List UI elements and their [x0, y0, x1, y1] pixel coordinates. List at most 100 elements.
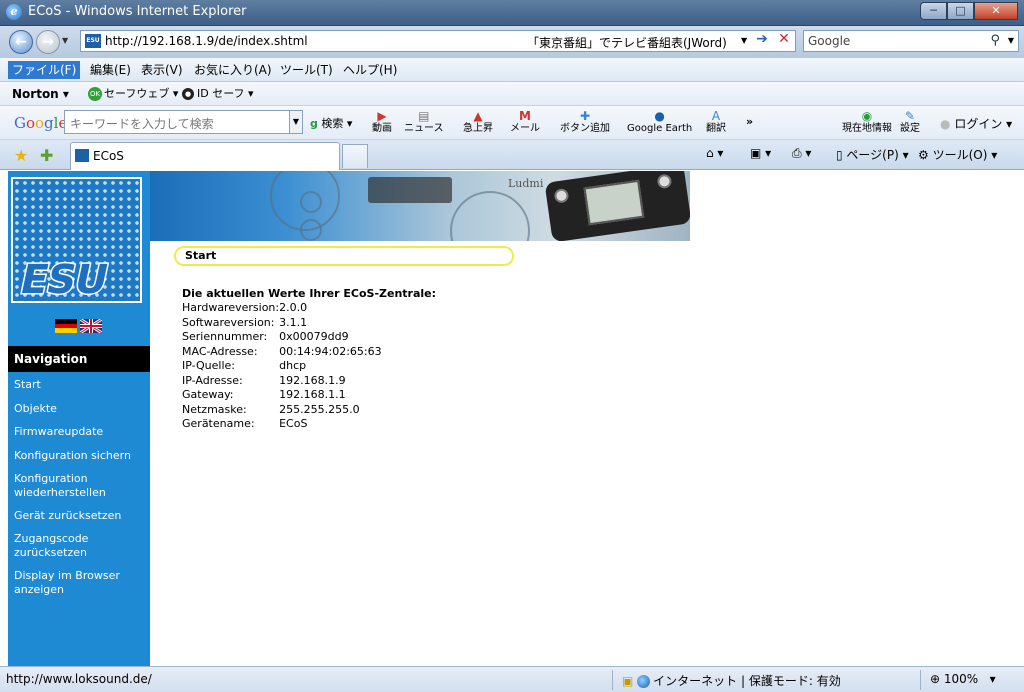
menu-help[interactable]: ヘルプ(H) — [339, 61, 401, 79]
settings-button[interactable]: ✎ 設定 — [900, 109, 920, 135]
address-url[interactable]: http://192.168.1.9/de/index.shtml — [105, 34, 308, 48]
add-favorite-icon[interactable]: ✚ — [40, 146, 53, 165]
translate-button[interactable]: A 翻訳 — [706, 109, 726, 135]
german-flag-icon[interactable] — [55, 319, 77, 334]
table-row: Softwareversion: 3.1.1 — [182, 315, 308, 329]
google-search-placeholder: キーワードを入力して検索 — [70, 117, 214, 131]
table-row: IP-Quelle: dhcp — [182, 359, 307, 373]
youtube-icon: ▶ — [377, 109, 387, 123]
page-menu[interactable]: ▯ ページ(P) ▾ — [836, 146, 909, 163]
idsafe-menu[interactable]: ● ID セーフ ▾ — [182, 86, 254, 102]
add-button-button[interactable]: ✚ ボタン追加 — [560, 109, 610, 135]
plus-icon: ✚ — [579, 109, 591, 123]
nav-link-konfiguration-sichern[interactable]: Konfiguration sichern — [14, 449, 146, 463]
news-button[interactable]: ▤ ニュース — [404, 109, 444, 135]
maximize-button[interactable]: □ — [947, 2, 974, 20]
nav-link-konfiguration-wiederherstellen[interactable]: Konfiguration wiederherstellen — [14, 472, 146, 500]
gmail-icon: M — [519, 109, 531, 123]
info-heading: Die aktuellen Werte Ihrer ECoS-Zentrale: — [182, 287, 437, 300]
address-dropdown[interactable]: ▼ — [741, 36, 747, 45]
google-search-dropdown[interactable]: ▼ — [289, 110, 303, 134]
nav-link-geraet-zuruecksetzen[interactable]: Gerät zurücksetzen — [14, 509, 146, 523]
uk-flag-icon[interactable] — [80, 319, 102, 333]
feeds-icon[interactable]: ▣ ▾ — [750, 146, 771, 160]
idsafe-label: ID セーフ — [197, 87, 245, 100]
device-knob — [656, 173, 673, 190]
go-button[interactable]: ➔ — [752, 29, 772, 49]
google-earth-button[interactable]: ● Google Earth — [627, 109, 692, 135]
esu-logo-text: ESU — [16, 257, 112, 303]
page-title: Start — [174, 246, 514, 266]
address-bar[interactable]: ESU http://192.168.1.9/de/index.shtml 「東… — [80, 30, 796, 52]
nav-link-firmwareupdate[interactable]: Firmwareupdate — [14, 425, 146, 439]
google-search-button[interactable]: g 検索 ▾ — [310, 115, 352, 131]
favorites-star-icon[interactable]: ★ — [14, 146, 28, 165]
home-icon[interactable]: ⌂ ▾ — [706, 146, 723, 160]
window-controls: ─ □ ✕ — [920, 2, 1018, 20]
search-input[interactable]: Google — [808, 34, 850, 48]
location-button[interactable]: ◉ 現在地情報 — [842, 109, 892, 135]
esu-logo: ESU ESU — [11, 177, 142, 305]
nav-link-zugangscode-zuruecksetzen[interactable]: Zugangscode zurücksetzen — [14, 532, 146, 560]
menu-edit[interactable]: 編集(E) — [86, 61, 135, 79]
safeweb-label: セーフウェブ — [104, 87, 170, 100]
jword-hint[interactable]: 「東京番組」でテレビ番組表(JWord) — [527, 34, 727, 51]
trends-button[interactable]: ▲ 急上昇 — [463, 109, 493, 135]
title-bar: e ECoS - Windows Internet Explorer ─ □ ✕ — [0, 0, 1024, 26]
google-search-label: 検索 — [321, 117, 344, 130]
page-viewport: ESU ESU Navigation Start Objekte Firmwar… — [8, 171, 1018, 666]
table-row: Gateway: 192.168.1.1 — [182, 388, 346, 402]
menu-bar: ファイル(F) 編集(E) 表示(V) お気に入り(A) ツール(T) ヘルプ(… — [0, 58, 1024, 82]
table-row: Seriennummer: 0x00079dd9 — [182, 330, 349, 344]
new-tab-button[interactable] — [342, 144, 368, 168]
forward-button[interactable]: → — [36, 30, 60, 54]
news-icon: ▤ — [418, 109, 430, 123]
status-zone[interactable]: ▣ インターネット | 保護モード: 有効 — [622, 672, 841, 689]
navigation-heading: Navigation — [8, 346, 150, 372]
search-icon[interactable]: ⚲ — [990, 33, 1000, 48]
tools-menu-label: ツール(O) — [932, 148, 988, 162]
banner-train-image — [368, 177, 452, 203]
device-knob — [553, 187, 570, 204]
google-g-icon: g — [310, 117, 318, 130]
search-box[interactable]: Google ⚲ ▼ — [803, 30, 1019, 52]
tab-ecos[interactable]: ECoS — [70, 142, 340, 170]
table-row: Netzmaske: 255.255.255.0 — [182, 402, 360, 416]
menu-favorites[interactable]: お気に入り(A) — [190, 61, 276, 79]
banner-stamp — [300, 191, 322, 213]
user-icon: ● — [940, 117, 951, 131]
google-search-input[interactable]: キーワードを入力して検索 — [64, 110, 290, 134]
search-dropdown[interactable]: ▼ — [1008, 36, 1014, 45]
safeweb-menu[interactable]: OK セーフウェブ ▾ — [88, 86, 178, 102]
stop-button[interactable]: ✕ — [774, 29, 794, 49]
menu-view[interactable]: 表示(V) — [137, 61, 187, 79]
history-dropdown[interactable]: ▼ — [62, 36, 68, 45]
login-label: ログイン — [954, 117, 1003, 131]
back-button[interactable]: ← — [9, 30, 33, 54]
more-button[interactable]: » — [746, 115, 753, 128]
menu-file[interactable]: ファイル(F) — [8, 61, 81, 79]
earth-icon: ● — [654, 109, 665, 123]
nav-link-start[interactable]: Start — [14, 378, 146, 392]
table-row: IP-Adresse: 192.168.1.9 — [182, 373, 346, 387]
zoom-level: 100% — [943, 672, 979, 686]
tools-menu[interactable]: ⚙ ツール(O) ▾ — [918, 146, 997, 163]
video-button[interactable]: ▶ 動画 — [372, 109, 392, 135]
minimize-button[interactable]: ─ — [920, 2, 947, 20]
nav-link-objekte[interactable]: Objekte — [14, 402, 146, 416]
table-row: Hardwareversion: 2.0.0 — [182, 301, 308, 315]
globe-icon — [637, 675, 651, 688]
nav-link-display-im-browser[interactable]: Display im Browser anzeigen — [14, 569, 146, 597]
mail-button[interactable]: M メール — [510, 109, 540, 135]
close-button[interactable]: ✕ — [974, 2, 1018, 20]
zoom-control[interactable]: ⊕ 100% ▾ — [930, 672, 996, 686]
status-divider — [612, 670, 613, 690]
print-icon[interactable]: ⎙ ▾ — [792, 146, 811, 161]
norton-menu[interactable]: Norton ▾ — [12, 86, 69, 102]
device-info-table: Hardwareversion: 2.0.0 Softwareversion: 3.… — [182, 301, 382, 432]
device-screen — [583, 179, 645, 226]
site-favicon: ESU — [85, 34, 101, 48]
menu-tools[interactable]: ツール(T) — [276, 61, 337, 79]
login-button[interactable]: ● ログイン ▾ — [940, 115, 1012, 132]
google-toolbar: Google キーワードを入力して検索 ▼ g 検索 ▾ ▶ 動画 ▤ ニュース ▲… — [0, 106, 1024, 140]
